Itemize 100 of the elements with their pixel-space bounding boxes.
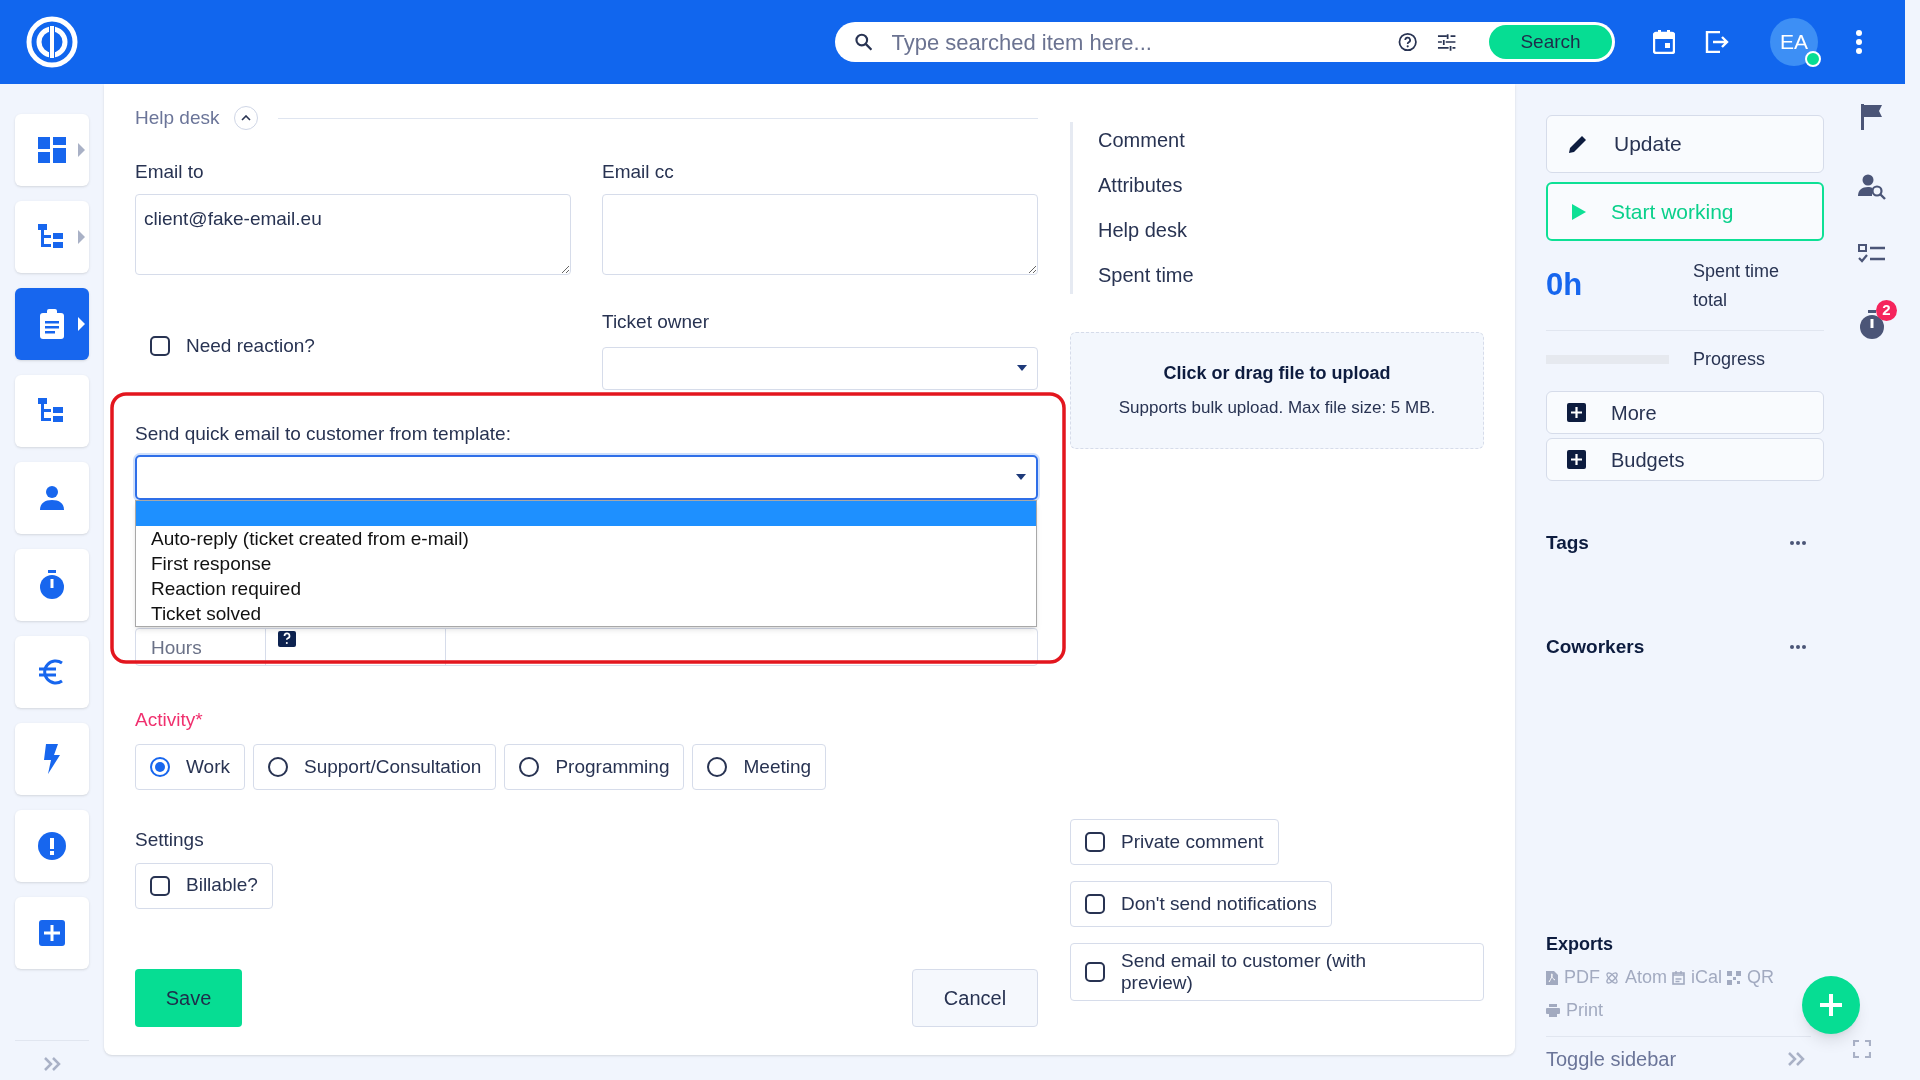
search-button[interactable]: Search xyxy=(1489,25,1612,59)
pdf-file-icon xyxy=(1546,970,1558,985)
dropdown-option[interactable]: Auto-reply (ticket created from e-mail) xyxy=(136,525,1036,551)
field-label: Email cc xyxy=(602,160,675,184)
field-label: Ticket owner xyxy=(602,310,710,334)
dropdown-option[interactable]: First response xyxy=(136,550,1036,576)
upload-hint: Supports bulk upload. Max file size: 5 MB. xyxy=(1118,397,1436,420)
save-button[interactable]: Save xyxy=(135,968,242,1027)
section-link[interactable]: Help desk xyxy=(1098,218,1484,243)
calendar-icon[interactable] xyxy=(1653,30,1675,54)
nav-rail-item[interactable] xyxy=(15,201,89,273)
toggle-sidebar-link[interactable]: Toggle sidebar xyxy=(1546,1043,1677,1074)
progress-label: Progress xyxy=(1693,347,1766,371)
section-link[interactable]: Spent time xyxy=(1098,263,1484,288)
hours-label: Hours xyxy=(136,628,266,665)
plus-square-icon xyxy=(1567,450,1586,469)
plus-icon xyxy=(1818,992,1844,1018)
option-checkbox[interactable]: Send email to customer (with preview) xyxy=(1070,943,1484,1001)
nav-rail-item[interactable] xyxy=(15,375,89,447)
flag-icon[interactable] xyxy=(1861,104,1883,130)
filter-sliders-icon[interactable] xyxy=(1436,33,1457,51)
cancel-button[interactable]: Cancel xyxy=(912,968,1038,1027)
more-horizontal-icon[interactable] xyxy=(1790,541,1806,546)
radio-button[interactable] xyxy=(707,757,728,777)
radio-button[interactable] xyxy=(150,757,170,777)
alert-icon xyxy=(38,832,66,860)
radio-button[interactable] xyxy=(519,757,540,777)
nav-rail-item[interactable] xyxy=(15,114,89,186)
radio-button[interactable] xyxy=(268,757,288,777)
upload-title: Click or drag file to upload xyxy=(1163,362,1391,386)
nav-rail-item[interactable] xyxy=(15,462,89,534)
calendar-icon xyxy=(1672,970,1685,985)
email-cc-field[interactable] xyxy=(602,194,1038,275)
pencil-icon xyxy=(1567,133,1589,155)
dashboard-icon xyxy=(38,137,66,163)
section-link[interactable]: Attributes xyxy=(1098,173,1484,198)
notification-badge: 2 xyxy=(1876,300,1897,321)
lightning-icon xyxy=(43,744,61,774)
more-vertical-icon[interactable] xyxy=(1856,30,1862,54)
checkbox[interactable] xyxy=(1085,962,1105,982)
checkbox-label: Need reaction? xyxy=(186,333,315,358)
update-button[interactable]: Update xyxy=(1546,115,1824,173)
setting-option[interactable]: Billable? xyxy=(135,862,273,909)
template-select[interactable] xyxy=(135,454,1038,500)
help-icon[interactable] xyxy=(1398,32,1418,52)
play-icon xyxy=(1572,203,1586,220)
search-icon xyxy=(855,33,873,51)
upload-dropzone[interactable]: Click or drag file to upload Supports bulk upload. Max file size: 5 MB. xyxy=(1070,332,1484,449)
email-to-field[interactable]: client@fake-email.eu xyxy=(135,194,571,275)
atom-icon xyxy=(1605,970,1619,985)
nav-rail-item[interactable] xyxy=(15,723,89,795)
nav-rail-item[interactable] xyxy=(15,549,89,621)
logo-icon[interactable] xyxy=(26,16,78,68)
more-button[interactable]: More xyxy=(1546,391,1824,434)
activity-option[interactable]: Programming xyxy=(504,744,685,790)
field-label: Activity* xyxy=(135,707,204,732)
sidebar-heading: Coworkers xyxy=(1546,634,1645,659)
budgets-button[interactable]: Budgets xyxy=(1546,438,1824,481)
spent-time-value: 0h xyxy=(1546,266,1584,305)
export-icon[interactable] xyxy=(1705,31,1729,53)
sidebar-heading: Exports xyxy=(1546,933,1615,956)
section-link[interactable]: Comment xyxy=(1098,128,1484,153)
activity-option[interactable]: Meeting xyxy=(692,744,827,790)
option-checkbox[interactable]: Private comment xyxy=(1070,819,1279,865)
spent-time-label: Spent time total xyxy=(1693,259,1781,312)
checkbox[interactable] xyxy=(150,875,170,896)
activity-option[interactable]: Support/Consultation xyxy=(253,744,497,790)
checkbox[interactable] xyxy=(1085,832,1105,852)
dropdown-option[interactable]: Reaction required xyxy=(136,575,1036,601)
field-label: Email to xyxy=(135,160,205,184)
hierarchy-icon xyxy=(38,398,66,424)
more-horizontal-icon[interactable] xyxy=(1790,644,1806,649)
qr-code-icon xyxy=(1727,970,1742,985)
chevron-icon xyxy=(240,115,251,121)
search-field[interactable]: Type searched item here... Search xyxy=(835,22,1615,62)
stopwatch-icon xyxy=(39,570,65,600)
nav-rail-item[interactable] xyxy=(15,288,89,360)
nav-rail-item[interactable] xyxy=(15,636,89,708)
checkbox[interactable] xyxy=(1085,894,1105,914)
activity-option[interactable]: Work xyxy=(135,744,245,790)
search-input[interactable]: Type searched item here... xyxy=(891,25,1357,59)
plus-square-icon xyxy=(1567,403,1586,422)
section-title: Help desk xyxy=(135,105,220,130)
checkbox[interactable] xyxy=(150,335,170,356)
plus-square-icon xyxy=(39,920,65,946)
field-label: Settings xyxy=(135,828,205,852)
nav-rail-item[interactable] xyxy=(15,897,89,969)
sidebar-heading: Tags xyxy=(1546,531,1589,555)
help-icon xyxy=(278,630,296,647)
caret-icon xyxy=(1016,474,1026,480)
dropdown-option[interactable]: Ticket solved xyxy=(136,600,1036,626)
person-icon xyxy=(39,485,65,511)
caret-icon xyxy=(1017,365,1027,371)
printer-icon xyxy=(1546,1004,1560,1017)
hierarchy-icon xyxy=(38,224,66,250)
field-label: Send quick email to customer from template: xyxy=(135,421,512,446)
nav-rail-item[interactable] xyxy=(15,810,89,882)
user-search-icon[interactable] xyxy=(1858,174,1886,200)
clipboard-icon xyxy=(39,309,65,339)
option-checkbox[interactable]: Don't send notifications xyxy=(1070,881,1332,927)
